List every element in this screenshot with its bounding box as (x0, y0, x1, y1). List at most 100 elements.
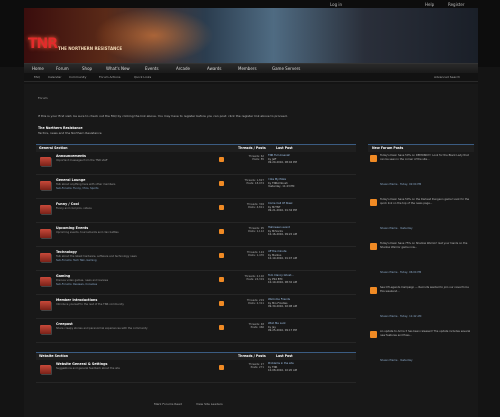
forum-row[interactable]: Technology Talk about the latest hardware… (36, 248, 356, 271)
new-post-text[interactable]: Today's Deal: Save 75% on Shadow Warrior… (380, 242, 472, 249)
advanced-search-link[interactable]: Advanced Search (434, 75, 460, 79)
forum-stats: Threads: 219 Posts: 2,311 (236, 299, 264, 305)
forum-icon (40, 325, 51, 334)
forum-row[interactable]: Creepost Share creepy stories and paranor… (36, 320, 356, 343)
threads-posts-header: Threads / Posts (238, 354, 266, 358)
last-post-date: Yesterday, 11:43 PM (268, 185, 295, 189)
general-forum-list: Announcements Important messages from the… (36, 152, 356, 352)
last-post: Halloween event by MrSocks 10-16-2016, 09:… (268, 226, 354, 237)
site-header: TNR THE NORTHERN RESISTANCE Log in Help … (0, 0, 500, 67)
forum-title[interactable]: Technology (56, 250, 77, 254)
forum-title[interactable]: Gaming (56, 274, 70, 278)
forum-title[interactable]: Website General & Settings (56, 362, 107, 366)
view-site-leaders-link[interactable]: View Site Leaders (196, 402, 223, 406)
new-post-item[interactable]: Today's Deal: Save 75% on Shadow Warrior… (368, 241, 474, 281)
forum-title[interactable]: Member Introductions (56, 298, 97, 302)
new-post-item[interactable]: Today's Deal: Save 50% on the Darkest Du… (368, 197, 474, 237)
last-post: off the minute by Markus 10-19-2016, 01:47… (268, 250, 354, 261)
forum-row[interactable]: Gaming Discuss video games, news and revi… (36, 272, 356, 295)
tab-awards[interactable]: Awards (207, 66, 222, 71)
rss-icon[interactable] (219, 253, 224, 258)
last-post: Wish Me Luck by Jay 09-25-2016, 09:17 PM (268, 322, 354, 333)
tab-home[interactable]: Home (32, 66, 44, 71)
site-logo[interactable]: TNR (28, 36, 58, 52)
forum-posts: Posts: 271 (250, 366, 264, 369)
new-post-item[interactable]: Sea Of Legends Campaign — Recruits wante… (368, 285, 474, 325)
last-post-header: Last Post (276, 146, 293, 150)
tab-arcade[interactable]: Arcade (176, 66, 190, 71)
last-post-date: 09-21-2016, 01:34 PM (268, 209, 297, 213)
rss-icon[interactable] (219, 277, 224, 282)
rss-icon[interactable] (219, 181, 224, 186)
subtab-community[interactable]: Community (69, 75, 86, 79)
rss-icon (370, 331, 377, 338)
new-post-text[interactable]: Today's Deal: Save 50% on the Darkest Du… (380, 198, 472, 205)
site-description: Tactics, news and the Northern Resistanc… (38, 131, 102, 135)
forum-posts: Posts: 1,112 (248, 230, 264, 233)
forum-posts: Posts: 2,311 (248, 302, 264, 305)
forum-row[interactable]: Member Introductions Introduce yourself t… (36, 296, 356, 319)
last-post: Come Call Of Steel by MrTNT 09-21-2016, 01… (268, 202, 354, 213)
last-post: Tom Clancy Ghost... by PS4 BTC 10-19-2016… (268, 274, 354, 285)
tab-shop[interactable]: Shop (82, 66, 92, 71)
register-link[interactable]: Register (448, 2, 464, 7)
forum-title[interactable]: General Lounge (56, 178, 85, 182)
new-post-meta: Shawn Plame · Today, 11:42 AM (380, 315, 422, 318)
forum-icon (40, 229, 51, 238)
tab-members[interactable]: Members (238, 66, 257, 71)
forum-icon (40, 277, 51, 286)
tab-events[interactable]: Events (145, 66, 159, 71)
forum-title[interactable]: Creepost (56, 322, 73, 326)
subtab-quick-links[interactable]: Quick Links (134, 75, 151, 79)
forum-icon (40, 253, 51, 262)
forum-icon (40, 301, 51, 310)
forum-row[interactable]: Upcoming Events Upcoming events, tourname… (36, 224, 356, 247)
forum-stats: Threads: 62 Posts: 85 (236, 155, 264, 161)
rss-icon[interactable] (219, 325, 224, 330)
forum-description: Suggestions and general feedback about t… (56, 367, 120, 370)
last-post: Welcome Friends by Mrs.Frosties 09-30-2016… (268, 298, 354, 309)
new-post-text[interactable]: Sea Of Legends Campaign — Recruits wante… (380, 286, 472, 293)
forum-subforums[interactable]: Sub-Forums: Reviews, Consoles (56, 283, 97, 286)
forum-row[interactable]: Funny / Cool Funny and cool pics, videos T… (36, 200, 356, 223)
subtab-calendar[interactable]: Calendar (48, 75, 62, 79)
rss-icon (370, 155, 377, 162)
new-post-item[interactable]: Today's Deal: Save 50% on DEMONIC!!! Loo… (368, 153, 474, 193)
forum-subforums[interactable]: Sub-Forums: Funny / Pics, Sports (56, 187, 98, 190)
rss-icon (370, 287, 377, 294)
forum-title[interactable]: Announcements (56, 154, 86, 158)
new-posts-title: New Forum Posts (372, 146, 404, 150)
help-link[interactable]: Help (425, 2, 434, 7)
site-title: The Northern Resistance (38, 126, 83, 130)
new-post-text[interactable]: An update to Arma 3 has been released! T… (380, 330, 472, 337)
tab-whats-new[interactable]: What's New (106, 66, 130, 71)
general-section-title[interactable]: General Section (39, 146, 68, 150)
welcome-notice: If this is your first visit, be sure to … (38, 114, 288, 118)
tab-game-servers[interactable]: Game Servers (272, 66, 300, 71)
forum-subforums[interactable]: Sub-Forums: Tech Talk, Gaming (56, 259, 97, 262)
breadcrumb[interactable]: Forum (38, 96, 48, 100)
login-link[interactable]: Log in (330, 2, 342, 7)
new-post-item[interactable]: An update to Arma 3 has been released! T… (368, 329, 474, 369)
forum-row[interactable]: Website General & Settings Suggestions an… (36, 360, 356, 383)
forum-row[interactable]: General Lounge Talk about anything here w… (36, 176, 356, 199)
forum-title[interactable]: Funny / Cool (56, 202, 79, 206)
new-post-meta: Shawn Plame · Yesterday (380, 227, 413, 230)
website-section-title[interactable]: Website Section (39, 354, 68, 358)
rss-icon[interactable] (219, 157, 224, 162)
mark-forums-read-link[interactable]: Mark Forums Read (154, 402, 182, 406)
rss-icon[interactable] (219, 229, 224, 234)
forum-description: Discuss video games, news and reviews (56, 279, 109, 282)
forum-posts: Posts: 24,319 (246, 278, 264, 281)
forum-title[interactable]: Upcoming Events (56, 226, 88, 230)
forum-posts: Posts: 85 (252, 158, 264, 161)
rss-icon[interactable] (219, 301, 224, 306)
subtab-faq[interactable]: FAQ (34, 75, 40, 79)
new-posts-header: New Forum Posts (368, 144, 474, 152)
new-post-text[interactable]: Today's Deal: Save 50% on DEMONIC!!! Loo… (380, 154, 472, 161)
subtab-forum-actions[interactable]: Forum Actions (99, 75, 120, 79)
rss-icon[interactable] (219, 205, 224, 210)
rss-icon[interactable] (219, 365, 224, 370)
tab-forum[interactable]: Forum (56, 66, 69, 71)
forum-row[interactable]: Announcements Important messages from the… (36, 152, 356, 175)
